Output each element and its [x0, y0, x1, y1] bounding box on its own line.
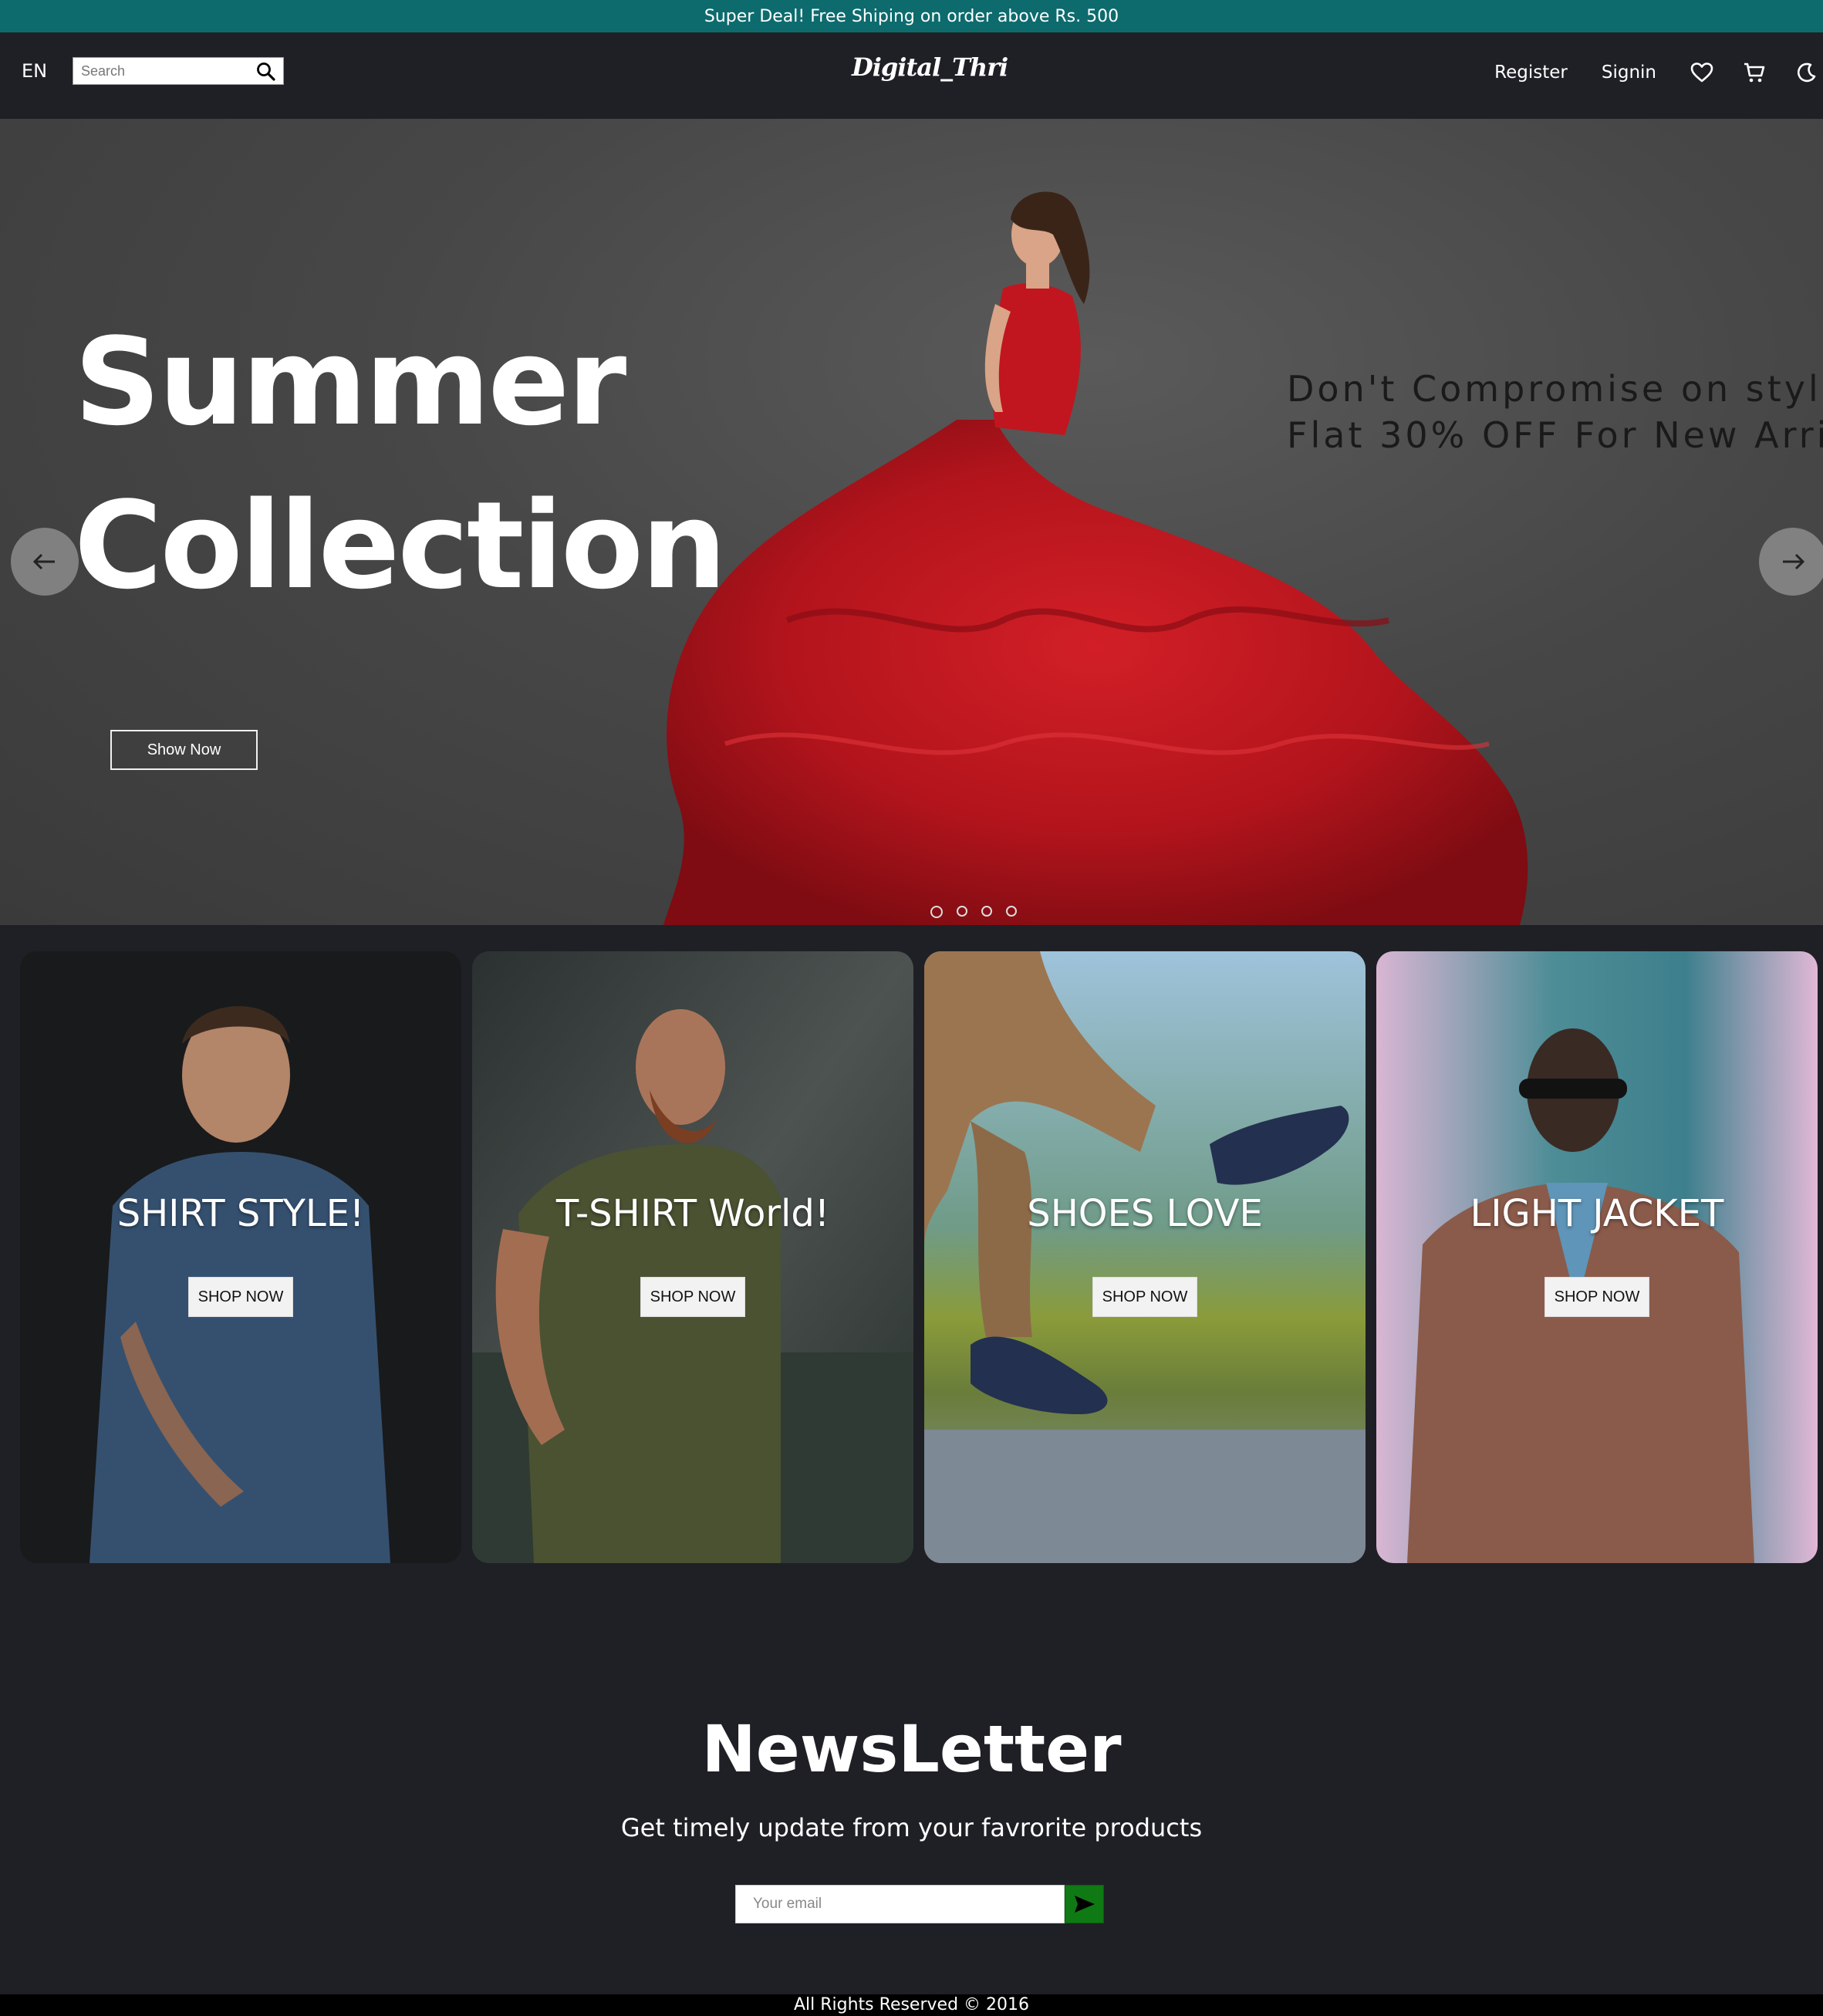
category-cards: SHIRT STYLE! SHOP NOW T-SHIRT World! SHO…	[20, 951, 1818, 1563]
newsletter-form	[735, 1885, 1104, 1923]
carousel-dot[interactable]	[981, 906, 992, 917]
carousel-indicators	[930, 906, 1017, 918]
newsletter-title: NewsLetter	[701, 1711, 1122, 1787]
search-icon	[257, 62, 275, 81]
send-icon	[1074, 1896, 1095, 1913]
search-button[interactable]	[251, 59, 282, 85]
category-card-shirt[interactable]: SHIRT STYLE! SHOP NOW	[20, 951, 461, 1563]
carousel-dot[interactable]	[930, 906, 943, 918]
newsletter-submit-button[interactable]	[1065, 1885, 1104, 1923]
shoes-image	[924, 951, 1366, 1563]
newsletter-email-input[interactable]	[735, 1885, 1065, 1923]
site-header: EN Digital_Thri Register Signin	[0, 32, 1823, 119]
signin-link[interactable]: Signin	[1602, 62, 1656, 83]
carousel-dot[interactable]	[1006, 906, 1017, 917]
hero-promo-line1: Don't Compromise on style! Get	[1287, 368, 1823, 410]
carousel-prev-button[interactable]	[11, 528, 79, 596]
category-title: SHIRT STYLE!	[116, 1192, 365, 1235]
header-nav: Register Signin	[1494, 56, 1823, 89]
shop-now-button[interactable]: SHOP NOW	[640, 1277, 745, 1317]
category-card-shoes[interactable]: SHOES LOVE SHOP NOW	[924, 951, 1366, 1563]
hero-promo-text: Don't Compromise on style! Get Flat 30% …	[1287, 366, 1823, 458]
category-card-tshirt[interactable]: T-SHIRT World! SHOP NOW	[472, 951, 913, 1563]
cart-button[interactable]	[1743, 61, 1766, 84]
wishlist-button[interactable]	[1690, 62, 1713, 83]
site-footer: All Rights Reserved © 2016	[0, 1994, 1823, 2016]
category-title: LIGHT JACKET	[1470, 1192, 1724, 1235]
shop-now-button[interactable]: SHOP NOW	[1544, 1277, 1649, 1317]
shirt-model-image	[20, 951, 461, 1563]
newsletter-subtitle: Get timely update from your favrorite pr…	[620, 1813, 1203, 1842]
heart-icon	[1690, 62, 1713, 83]
arrow-left-icon	[32, 553, 55, 570]
category-title: SHOES LOVE	[1027, 1192, 1263, 1235]
arrow-right-icon	[1783, 553, 1805, 570]
theme-toggle[interactable]	[1795, 62, 1817, 83]
announcement-text: Super Deal! Free Shiping on order above …	[704, 6, 1119, 26]
category-title: T-SHIRT World!	[555, 1192, 830, 1235]
register-link[interactable]: Register	[1494, 62, 1568, 83]
carousel-next-button[interactable]	[1759, 528, 1823, 596]
copyright-text: All Rights Reserved © 2016	[793, 1995, 1030, 2014]
carousel-dot[interactable]	[957, 906, 967, 917]
shop-now-button[interactable]: SHOP NOW	[188, 1277, 293, 1317]
shop-now-button[interactable]: SHOP NOW	[1092, 1277, 1197, 1317]
moon-icon	[1797, 62, 1816, 83]
hero-title: Summer Collection	[74, 300, 727, 627]
jacket-model-image	[1376, 951, 1818, 1563]
hero-title-line1: Summer	[74, 312, 626, 452]
tshirt-model-image	[472, 951, 913, 1563]
category-card-jacket[interactable]: LIGHT JACKET SHOP NOW	[1376, 951, 1818, 1563]
cart-icon	[1744, 62, 1765, 83]
hero-title-line2: Collection	[74, 475, 727, 616]
show-now-button[interactable]: Show Now	[110, 730, 258, 770]
hero-promo-line2: Flat 30% OFF For New Arrivals.	[1287, 414, 1823, 456]
hero-carousel: Summer Collection Don't Compromise on st…	[0, 119, 1823, 925]
search-input[interactable]	[73, 58, 248, 84]
search-bar	[73, 57, 284, 85]
language-selector[interactable]: EN	[22, 60, 47, 82]
site-logo[interactable]: Digital_Thri	[852, 52, 1008, 91]
hero-model-image	[663, 191, 1528, 925]
announcement-bar: Super Deal! Free Shiping on order above …	[0, 0, 1823, 32]
